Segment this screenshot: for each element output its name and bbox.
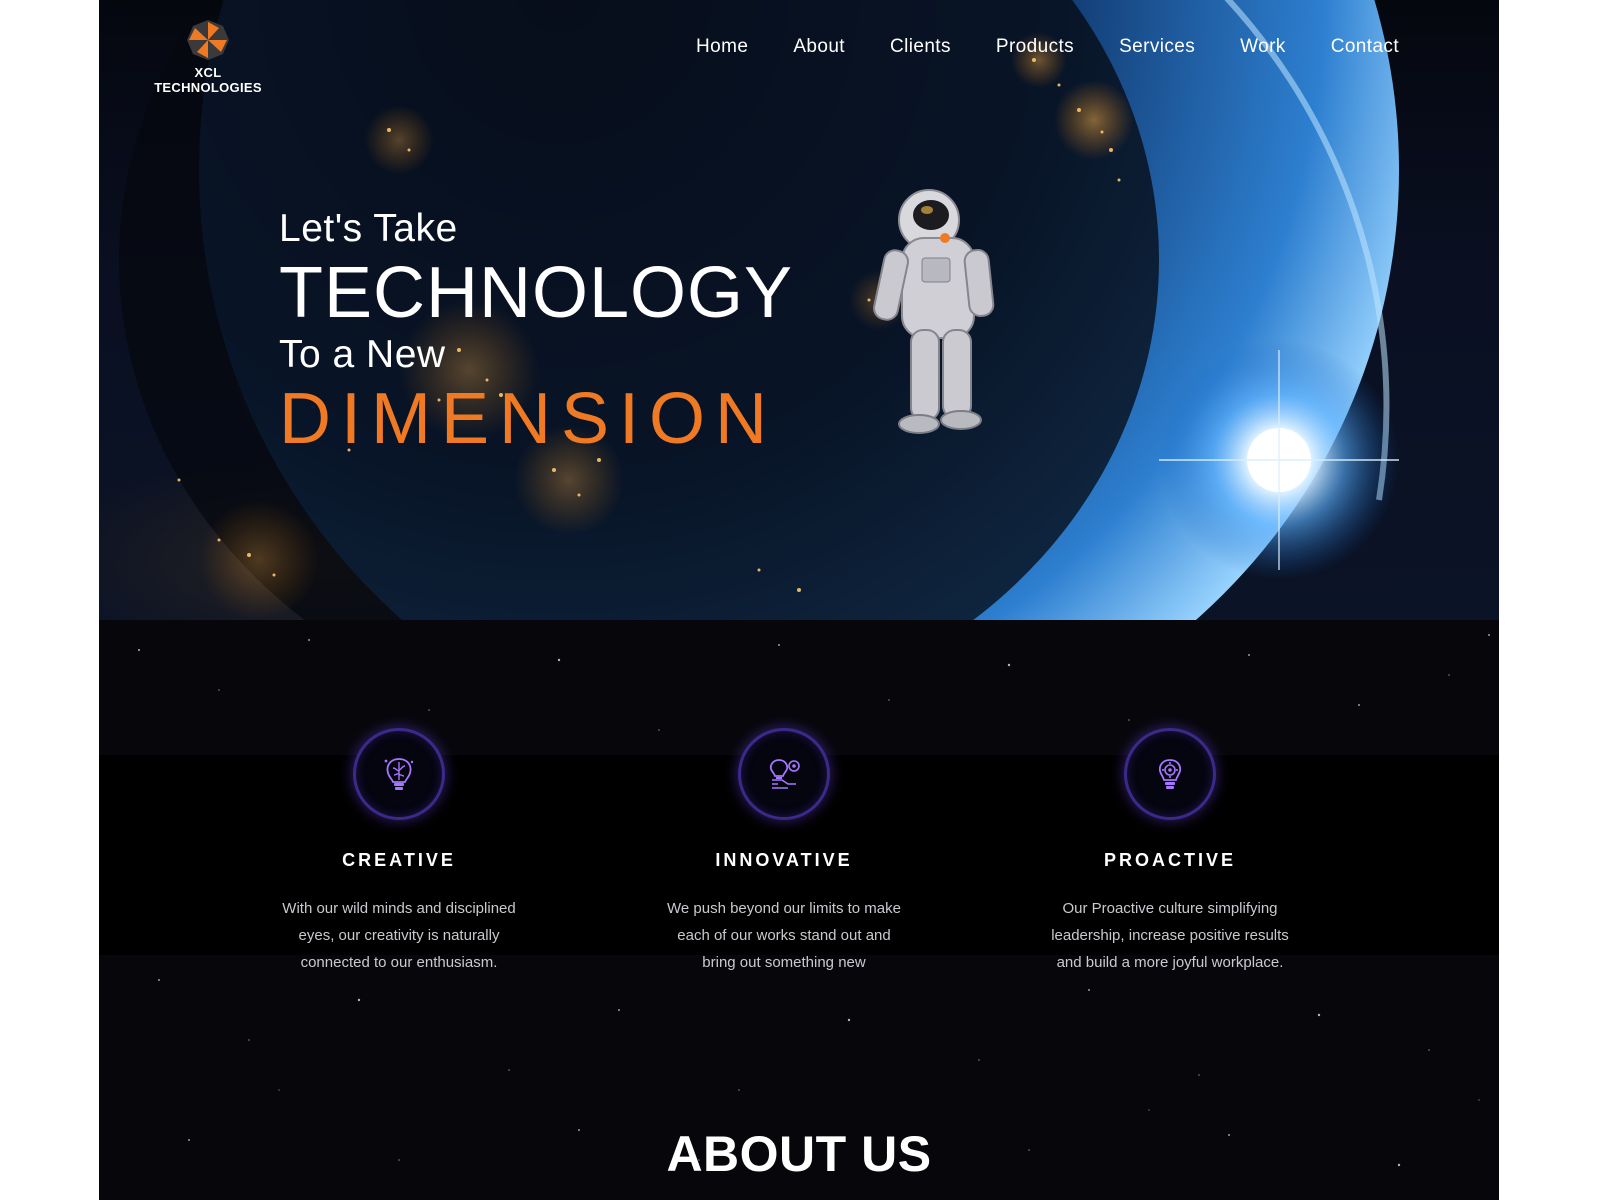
- about-us-heading: ABOUT US: [666, 1126, 932, 1182]
- bulb-gear-hand-icon: [769, 759, 800, 789]
- feature-icon-ring: [738, 728, 830, 820]
- gear-bulb-icon: [1158, 759, 1182, 789]
- website: XCL TECHNOLOGIES Home About Clients Prod…: [99, 0, 1499, 1200]
- headline-line-1: Let's Take: [279, 207, 458, 250]
- orange-pinwheel-logo-icon: [187, 20, 229, 60]
- brain-bulb-icon: [384, 758, 414, 790]
- nav-item-products[interactable]: Products: [996, 36, 1074, 58]
- feature-description: Our Proactive culture simplifying leader…: [1051, 900, 1289, 971]
- feature-description: With our wild minds and disciplined eyes…: [282, 900, 516, 971]
- hero-section: XCL TECHNOLOGIES Home About Clients Prod…: [99, 0, 1499, 620]
- feature-description: We push beyond our limits to make each o…: [666, 900, 901, 971]
- feature-proactive: PROACTIVE Our Proactive culture simplify…: [1020, 728, 1320, 976]
- hero-headline: Let's Take TECHNOLOGY To a New DIMENSION: [279, 206, 793, 460]
- brand-name: XCL TECHNOLOGIES: [154, 65, 262, 95]
- feature-icon-ring: [353, 728, 445, 820]
- feature-title: INNOVATIVE: [715, 850, 853, 870]
- headline-line-3: To a New: [279, 333, 446, 376]
- nav-item-about[interactable]: About: [793, 36, 845, 58]
- main-nav: Home About Clients Products Services Wor…: [651, 36, 1399, 58]
- headline-line-2: TECHNOLOGY: [279, 253, 794, 333]
- nav-item-home[interactable]: Home: [696, 36, 748, 58]
- nav-item-work[interactable]: Work: [1240, 36, 1286, 58]
- nav-item-services[interactable]: Services: [1119, 36, 1195, 58]
- brand-logo[interactable]: XCL TECHNOLOGIES: [143, 18, 273, 95]
- nav-item-clients[interactable]: Clients: [890, 36, 951, 58]
- nav-item-contact[interactable]: Contact: [1331, 36, 1399, 58]
- feature-creative: CREATIVE With our wild minds and discipl…: [249, 728, 549, 976]
- feature-icon-ring: [1124, 728, 1216, 820]
- feature-title: CREATIVE: [342, 850, 456, 870]
- feature-title: PROACTIVE: [1103, 850, 1236, 870]
- headline-line-4: DIMENSION: [279, 379, 778, 459]
- feature-innovative: INNOVATIVE We push beyond our limits to …: [634, 728, 934, 976]
